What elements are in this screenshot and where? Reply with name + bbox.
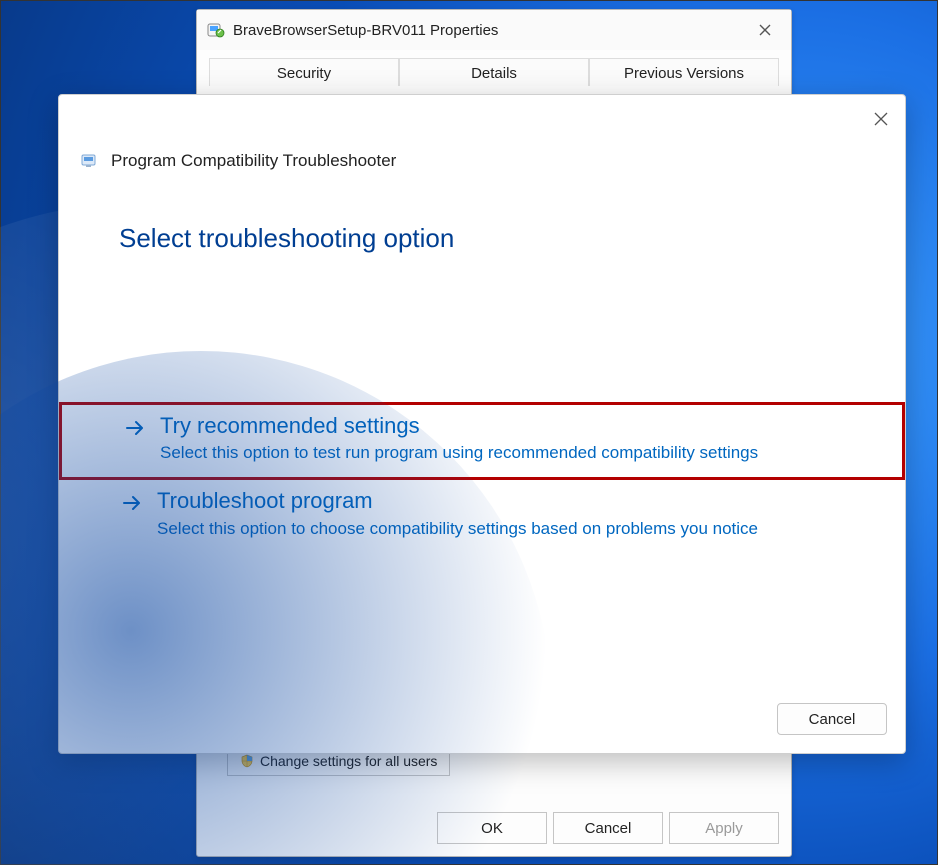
properties-ok-button[interactable]: OK [437, 812, 547, 844]
wizard-close-button[interactable] [867, 105, 895, 133]
option-title: Troubleshoot program [157, 488, 758, 514]
arrow-right-icon [124, 417, 146, 463]
shield-icon [240, 754, 254, 768]
properties-tabs-row-1: Security Details Previous Versions [209, 58, 779, 86]
properties-apply-button[interactable]: Apply [669, 812, 779, 844]
properties-cancel-button[interactable]: Cancel [553, 812, 663, 844]
troubleshooter-icon [81, 152, 99, 170]
tab-previous-versions[interactable]: Previous Versions [589, 58, 779, 86]
option-title: Try recommended settings [160, 413, 758, 439]
option-subtitle: Select this option to choose compatibili… [157, 519, 758, 539]
tab-security[interactable]: Security [209, 58, 399, 86]
change-settings-all-users-button[interactable]: Change settings for all users [227, 746, 450, 776]
desktop-background: BraveBrowserSetup-BRV011 Properties Secu… [0, 0, 938, 865]
change-settings-label: Change settings for all users [260, 753, 437, 769]
arrow-right-icon [121, 492, 143, 538]
tab-details[interactable]: Details [399, 58, 589, 86]
option-try-recommended[interactable]: Try recommended settings Select this opt… [59, 402, 905, 480]
properties-title: BraveBrowserSetup-BRV011 Properties [233, 22, 743, 39]
wizard-header: Program Compatibility Troubleshooter [59, 95, 905, 171]
properties-close-button[interactable] [743, 15, 787, 45]
option-subtitle: Select this option to test run program u… [160, 443, 758, 463]
wizard-heading: Select troubleshooting option [119, 223, 905, 254]
wizard-footer: Cancel [777, 703, 887, 735]
troubleshooter-window: Program Compatibility Troubleshooter Sel… [58, 94, 906, 754]
wizard-option-list: Try recommended settings Select this opt… [59, 402, 905, 553]
app-icon [207, 21, 225, 39]
wizard-title: Program Compatibility Troubleshooter [111, 151, 396, 171]
properties-titlebar[interactable]: BraveBrowserSetup-BRV011 Properties [197, 10, 791, 50]
wizard-cancel-button[interactable]: Cancel [777, 703, 887, 735]
option-troubleshoot-program[interactable]: Troubleshoot program Select this option … [59, 480, 905, 552]
